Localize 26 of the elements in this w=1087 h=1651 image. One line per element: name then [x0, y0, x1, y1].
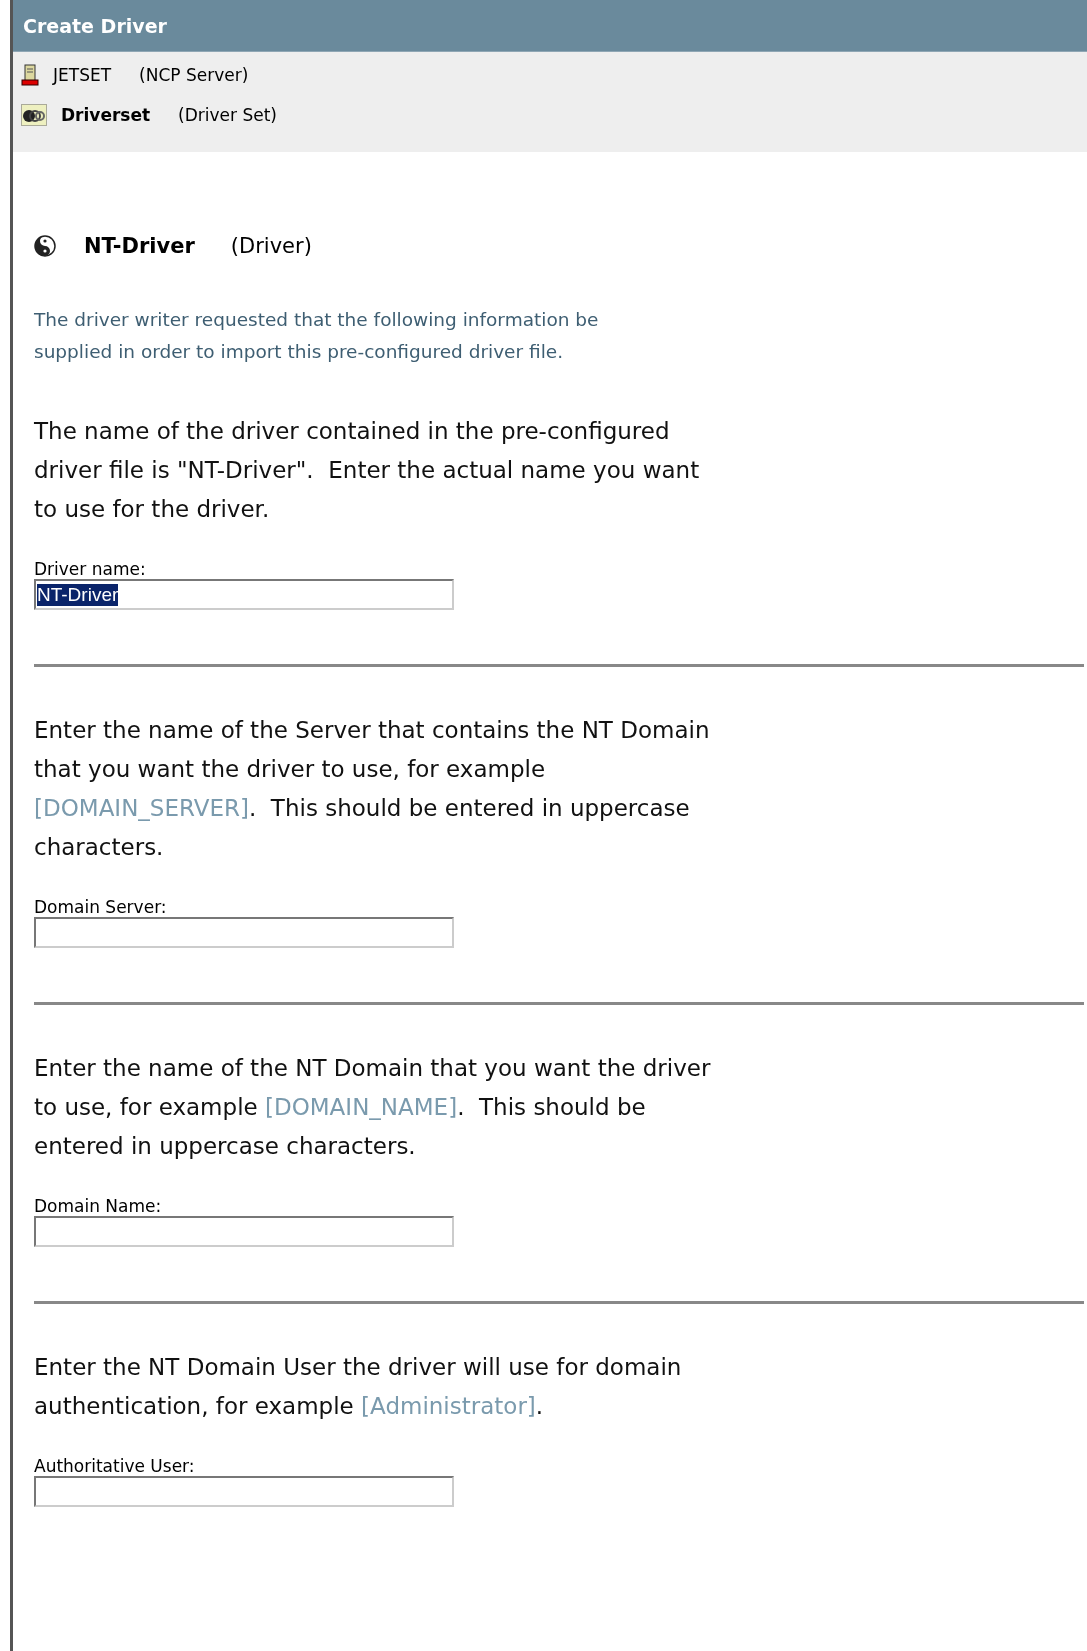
driver-set-icon	[21, 104, 47, 126]
object-name: JETSET	[53, 65, 112, 85]
field-label: Domain Name:	[34, 1196, 162, 1216]
prompt-text: Enter the name of the NT Domain that you want the driver to use, for example [DOMAIN_NAME]. This should be entered in uppercase characters.	[34, 1054, 712, 1161]
object-name: Driverset	[61, 105, 151, 125]
field-label: Driver name:	[34, 559, 146, 579]
intro-text: The driver writer requested that the following information be supplied in order to import this pre-configured driver file.	[34, 308, 600, 364]
server-icon	[21, 64, 39, 86]
input-field[interactable]	[34, 917, 454, 948]
example-link[interactable]: [Administrator]	[361, 1393, 536, 1419]
field-label: Authoritative User:	[34, 1456, 195, 1476]
driver-type: (Driver)	[230, 234, 312, 258]
object-type: (Driver Set)	[178, 105, 277, 125]
input-field[interactable]	[34, 1476, 454, 1507]
input-field[interactable]	[34, 1216, 454, 1247]
object-type: (NCP Server)	[139, 65, 249, 85]
driver-name: NT-Driver	[84, 234, 195, 258]
prompt-text: Enter the NT Domain User the driver will use for domain authentication, for example [Administrator].	[34, 1353, 683, 1421]
prompt-text: Enter the name of the Server that contains the NT Domain that you want the driver to use, for example [DOMAIN_SERVER]. This should be entered in uppercase characters.	[34, 716, 711, 862]
prompt-text: The name of the driver contained in the pre-configured driver file is "NT-Driver". Enter the actual name you want to use for the driver.	[34, 417, 701, 524]
field-label: Domain Server:	[34, 897, 167, 917]
input-field[interactable]: NT-Driver	[34, 579, 454, 610]
example-link[interactable]: [DOMAIN_SERVER]	[34, 795, 249, 821]
yin-yang-icon	[34, 235, 56, 257]
example-link[interactable]: [DOMAIN_NAME]	[265, 1094, 458, 1120]
window-title: Create Driver	[13, 0, 1087, 52]
